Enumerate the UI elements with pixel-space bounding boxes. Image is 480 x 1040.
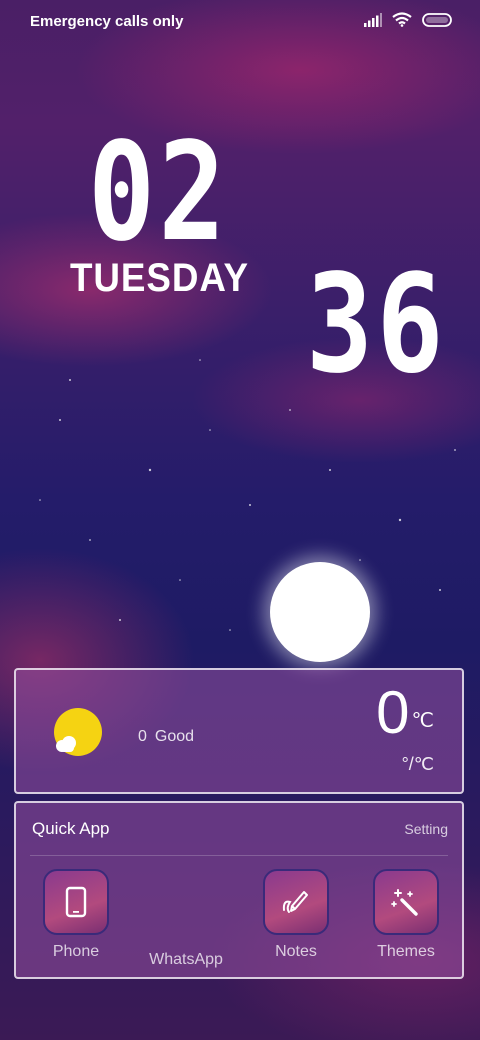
sun-cloud-icon [54, 708, 102, 756]
battery-icon [422, 12, 452, 27]
carrier-text: Emergency calls only [30, 13, 184, 30]
app-themes[interactable]: Themes [361, 869, 451, 961]
app-phone-tile[interactable] [43, 869, 109, 935]
app-phone[interactable]: Phone [31, 869, 121, 961]
temperature: 0 ℃ [376, 678, 434, 748]
weather-widget[interactable]: 0 Good 0 ℃ °/℃ [14, 668, 464, 794]
pen-icon [282, 891, 308, 913]
quick-app-title: Quick App [32, 819, 110, 838]
clock-minute: 36 [306, 246, 447, 404]
app-label: Phone [52, 943, 100, 960]
wifi-icon [392, 12, 412, 27]
app-label: Notes [275, 943, 317, 960]
unit-toggle[interactable]: °/℃ [402, 754, 434, 775]
phone-icon [65, 886, 87, 918]
app-label: Themes [377, 943, 435, 960]
clock-hour: 02 [88, 114, 229, 272]
clock-day: TUESDAY [70, 256, 249, 300]
signal-icon [364, 12, 382, 27]
app-themes-tile[interactable] [373, 869, 439, 935]
moon [270, 562, 370, 662]
aqi-value: 0 [138, 728, 147, 745]
quick-app-widget: Quick App Setting Phone WhatsApp Notes T… [14, 801, 464, 979]
divider [30, 855, 448, 856]
temperature-unit: ℃ [411, 710, 434, 732]
magic-wand-icon [391, 889, 418, 916]
aqi-label: Good [154, 728, 195, 745]
setting-link[interactable]: Setting [404, 821, 448, 837]
air-quality: 0 Good [138, 728, 202, 746]
app-notes[interactable]: Notes [251, 869, 341, 961]
app-whatsapp[interactable]: WhatsApp [141, 869, 231, 969]
temperature-value: 0 [376, 679, 410, 746]
app-label: WhatsApp [149, 951, 223, 968]
status-bar: Emergency calls only [0, 0, 480, 44]
app-notes-tile[interactable] [263, 869, 329, 935]
